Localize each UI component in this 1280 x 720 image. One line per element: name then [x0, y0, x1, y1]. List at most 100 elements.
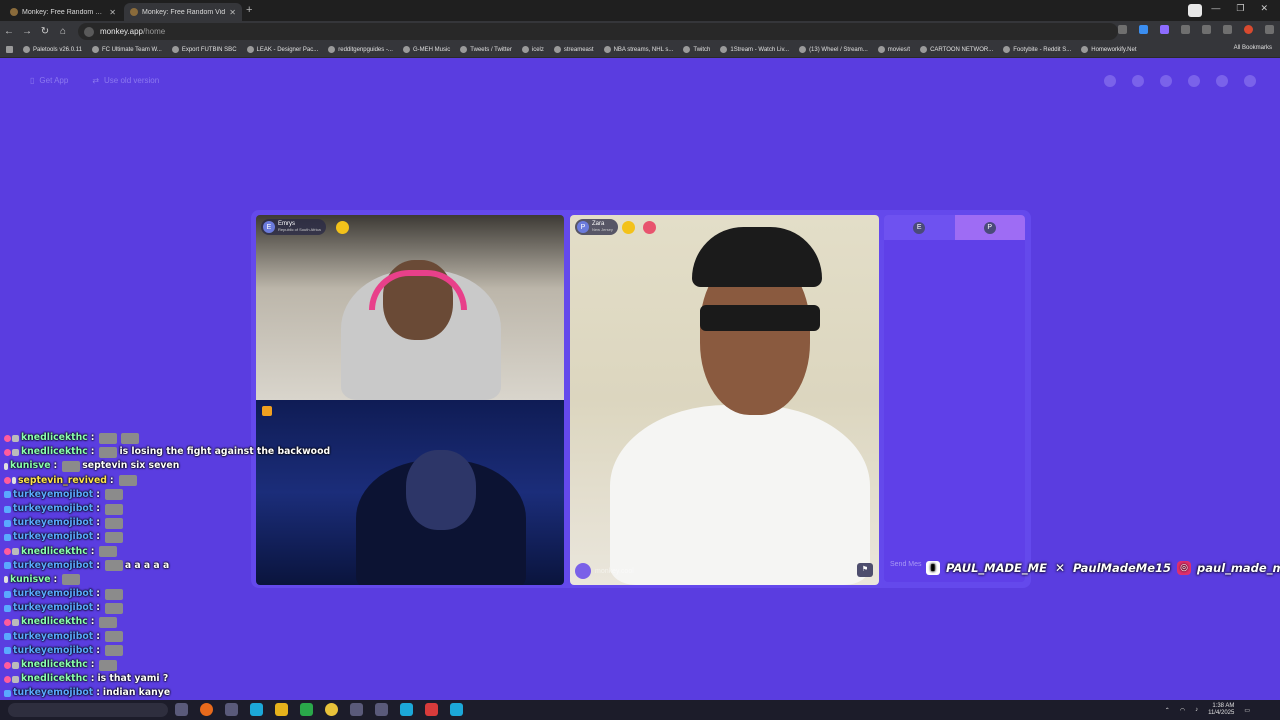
extensions-puzzle-icon[interactable]: [1181, 25, 1190, 34]
forward-icon[interactable]: →: [18, 26, 36, 37]
app-icon[interactable]: [375, 703, 388, 716]
app-icon[interactable]: [425, 703, 438, 716]
bookmark-favicon-icon: [460, 46, 468, 53]
shop-icon[interactable]: [1104, 75, 1116, 87]
heart-badge-icon: [4, 619, 11, 627]
user-avatar: P: [983, 221, 996, 234]
side-panel-icon[interactable]: [1202, 25, 1211, 34]
bookmark-item[interactable]: movies/t: [877, 46, 910, 53]
browser-tab-active[interactable]: Monkey: Free Random Vid ✕: [124, 3, 242, 21]
bookmark-item[interactable]: Paletools v26.0.11: [23, 46, 82, 53]
bookmark-item[interactable]: icelz: [521, 46, 544, 53]
use-old-version-button[interactable]: ⇄ Use old version: [92, 76, 159, 85]
profile-icon[interactable]: [1244, 75, 1256, 87]
chat-badges: [4, 675, 19, 683]
bookmark-item[interactable]: NBA streams, NHL s...: [603, 46, 673, 53]
side-tab-user-e[interactable]: E: [884, 215, 955, 240]
tray-chevron-icon[interactable]: ⌃: [1165, 707, 1170, 714]
app-icon[interactable]: [450, 703, 463, 716]
bookmark-item[interactable]: FC Ultimate Team W...: [91, 46, 162, 53]
grey-badge-icon: [12, 448, 19, 456]
heart-badge-icon: [4, 434, 11, 442]
tab-search-icon[interactable]: [1188, 4, 1202, 17]
report-flag-button[interactable]: ⚑: [857, 563, 873, 577]
side-tab-user-p[interactable]: P: [954, 215, 1025, 240]
xbox-icon[interactable]: [300, 703, 313, 716]
home-icon[interactable]: ⌂: [54, 26, 72, 37]
taskbar-search-box[interactable]: [8, 703, 168, 717]
clock[interactable]: 1:38 AM 11/4/2025: [1208, 703, 1234, 717]
obs-icon[interactable]: [225, 703, 238, 716]
messages-icon[interactable]: [1216, 75, 1228, 87]
chat-badges: [4, 533, 11, 541]
chat-username: knedlicekthc: [21, 659, 88, 670]
bookmark-item[interactable]: LEAK - Designer Pac...: [246, 46, 318, 53]
notifications-icon[interactable]: ▭: [1244, 707, 1250, 714]
chat-username: kunisve: [10, 573, 51, 585]
chat-text: is that yami ?: [97, 673, 169, 685]
browser-tab[interactable]: Monkey: Free Random Video C ✕: [4, 3, 122, 21]
menu-kebab-icon[interactable]: [1265, 25, 1274, 34]
all-bookmarks-button[interactable]: All Bookmarks: [1234, 45, 1272, 51]
back-icon[interactable]: ←: [0, 26, 18, 37]
bookmark-favicon-icon: [328, 46, 336, 53]
chat-message: knedlicekthc: is that yami ?: [4, 672, 344, 686]
new-tab-icon[interactable]: +: [246, 4, 252, 16]
bookmark-favicon-icon: [1003, 46, 1011, 53]
user-info: Emrys Republic of South Africa: [278, 221, 321, 233]
headphones: [369, 270, 467, 310]
bookmark-item[interactable]: 1Stream - Watch Liv...: [720, 46, 789, 53]
user-chip[interactable]: P Zara New Jersey: [575, 219, 618, 235]
site-info-icon[interactable]: [84, 26, 94, 37]
chat-emote-icon: [62, 574, 81, 586]
coin-icon[interactable]: [1160, 75, 1172, 87]
get-app-button[interactable]: ▯ Get App: [30, 76, 68, 85]
search-icon[interactable]: [1132, 75, 1144, 87]
chat-separator: :: [96, 602, 100, 614]
chat-message: knedlicekthc:: [4, 615, 344, 629]
bookmark-item[interactable]: Homeworkify.Net: [1081, 46, 1136, 53]
firefox-icon[interactable]: [200, 703, 213, 716]
chat-username: knedlicekthc: [21, 616, 88, 628]
bookmark-item[interactable]: (13) Wheel / Stream...: [799, 46, 868, 53]
download-icon[interactable]: [1223, 25, 1232, 34]
chat-emote-icon: [104, 588, 123, 600]
address-bar[interactable]: monkey.app/home: [78, 23, 1118, 40]
bookmark-star-icon[interactable]: [1118, 25, 1127, 34]
close-tab-icon[interactable]: ✕: [229, 8, 236, 17]
app-icon[interactable]: [250, 703, 263, 716]
bookmark-item[interactable]: Footybite - Reddit S...: [1003, 46, 1071, 53]
bookmark-item[interactable]: Export FUTBIN SBC: [171, 46, 237, 53]
chat-badges: [4, 434, 19, 442]
profile-avatar[interactable]: [1244, 25, 1253, 34]
close-tab-icon[interactable]: ✕: [109, 8, 116, 17]
bookmark-item[interactable]: Tweets / Twitter: [460, 46, 512, 53]
restore-icon[interactable]: ❐: [1236, 3, 1244, 14]
file-explorer-icon[interactable]: [275, 703, 288, 716]
monkey-favicon-icon: [10, 8, 18, 16]
chrome-icon[interactable]: [325, 703, 338, 716]
user-chip[interactable]: E Emrys Republic of South Africa: [261, 219, 326, 235]
close-window-icon[interactable]: ✕: [1260, 3, 1268, 14]
history-icon[interactable]: [1188, 75, 1200, 87]
volume-icon[interactable]: ♪: [1195, 707, 1198, 713]
bookmark-item[interactable]: G-MEH Music: [402, 46, 450, 53]
bookmark-item[interactable]: redditgenpguides -...: [328, 46, 393, 53]
chat-username: knedlicekthc: [21, 545, 88, 557]
extension-icon[interactable]: [1160, 25, 1169, 34]
task-view-icon[interactable]: [175, 703, 188, 716]
camera-overlay-icon: [262, 406, 272, 416]
extension-icon[interactable]: [1139, 25, 1148, 34]
heart-badge-icon: [4, 548, 11, 556]
bookmark-item[interactable]: CARTOON NETWOR...: [920, 46, 993, 53]
reload-icon[interactable]: ↻: [36, 26, 54, 37]
send-message-input[interactable]: Send Mes: [890, 561, 922, 568]
bookmark-item[interactable]: streameast: [553, 46, 594, 53]
wifi-icon[interactable]: ◠: [1180, 707, 1185, 714]
app-icon[interactable]: [400, 703, 413, 716]
apps-grid-icon[interactable]: [6, 46, 13, 53]
bookmark-item[interactable]: Twitch: [683, 46, 710, 53]
monkey-watermark: monkey.cool: [575, 563, 634, 579]
app-icon[interactable]: [350, 703, 363, 716]
minimize-icon[interactable]: —: [1211, 3, 1220, 14]
